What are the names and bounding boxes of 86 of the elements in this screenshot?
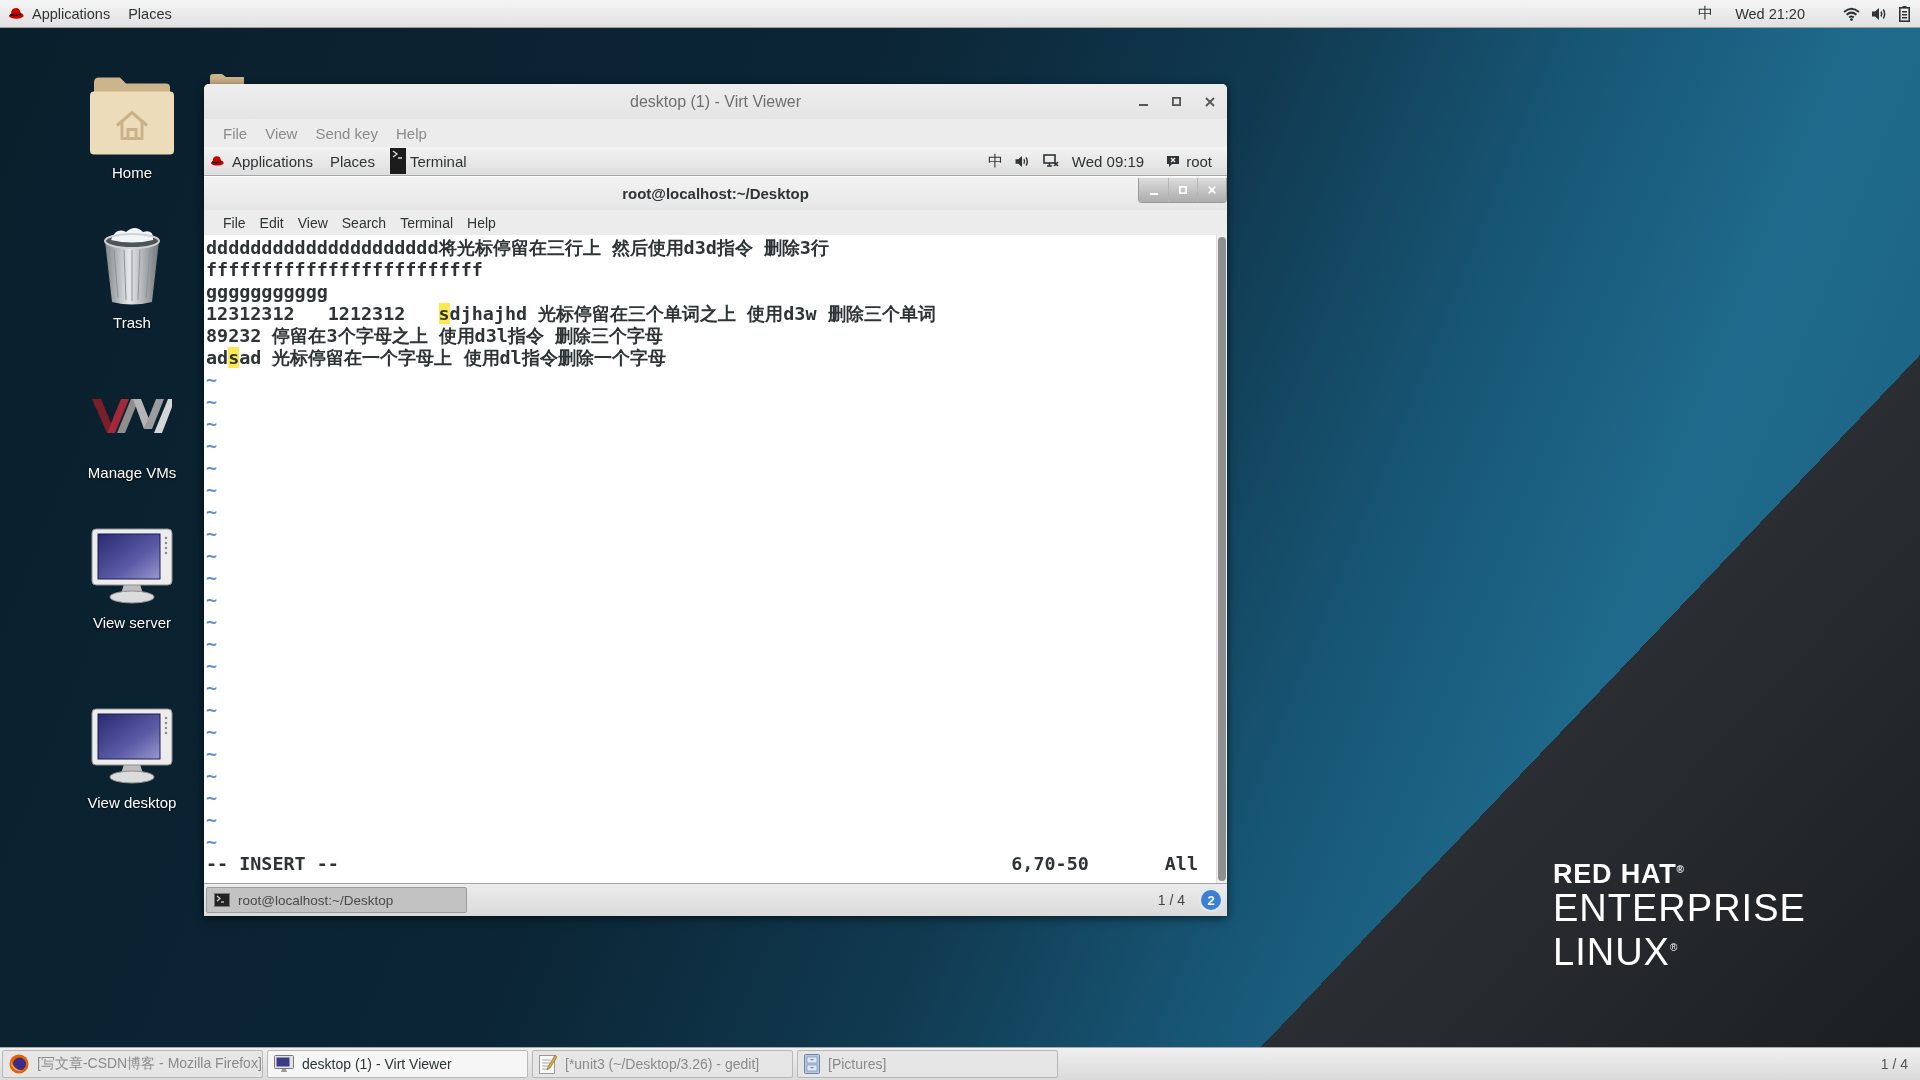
volume-icon[interactable] xyxy=(1872,6,1887,21)
striped-logo-icon[interactable] xyxy=(92,399,172,433)
menu-item[interactable]: View xyxy=(290,214,335,231)
terminal-icon[interactable] xyxy=(389,148,406,174)
maximize-icon xyxy=(1179,186,1187,194)
battery-icon[interactable] xyxy=(1899,5,1910,22)
empty-line-marker: ~ xyxy=(206,655,218,676)
wallpaper-logo-text: LINUX$^{®}$ xyxy=(1553,929,1680,972)
clock[interactable]: Wed 21:20 xyxy=(1735,5,1805,22)
terminal-icon xyxy=(214,893,230,907)
minimize-icon xyxy=(1149,193,1158,195)
home-folder-icon[interactable] xyxy=(90,77,174,155)
menu-item[interactable]: Help xyxy=(460,214,503,231)
cursor-position: 6,70-50 xyxy=(1011,853,1089,875)
monitor-icon[interactable] xyxy=(91,708,173,784)
empty-line-marker: ~ xyxy=(206,721,218,742)
monitor-icon xyxy=(274,1055,294,1073)
empty-line-marker: ~ xyxy=(206,545,218,566)
maximize-icon[interactable] xyxy=(1172,97,1181,106)
empty-line-marker: ~ xyxy=(206,567,218,588)
desktop-icon-label[interactable]: View server xyxy=(92,613,172,633)
terminal-line: adsad 光标停留在一个字母上 使用dl指令删除一个字母 xyxy=(206,347,667,369)
empty-line-marker: ~ xyxy=(206,391,218,412)
terminal-line: ddddddddddddddddddddd将光标停留在三行上 然后使用d3d指令 删除3行 xyxy=(206,237,830,259)
globe-icon xyxy=(9,1054,29,1074)
close-icon xyxy=(1208,186,1216,194)
empty-line-marker: ~ xyxy=(206,611,218,632)
empty-line-marker: ~ xyxy=(206,523,218,544)
hat-icon[interactable] xyxy=(210,155,224,167)
taskbar-button[interactable]: desktop (1) - Virt Viewer xyxy=(267,1050,528,1078)
notification-count[interactable]: 2 xyxy=(1199,888,1223,912)
message-icon[interactable] xyxy=(1166,154,1181,168)
top-bar-menu[interactable]: Applications xyxy=(232,152,313,170)
file-cabinet-icon xyxy=(804,1054,820,1074)
terminal-line: 12312312 1212312 sdjhajhd 光标停留在三个单词之上 使用d3w 删除三个单词 xyxy=(206,303,937,325)
empty-line-marker: ~ xyxy=(206,435,218,456)
empty-line-marker: ~ xyxy=(206,457,218,478)
empty-line-marker: ~ xyxy=(206,787,218,808)
workspace-indicator[interactable]: 1 / 4 xyxy=(1880,1056,1908,1072)
workspace-indicator[interactable]: 1 / 4 xyxy=(1157,892,1185,908)
desktop-icon-label[interactable]: Trash xyxy=(113,313,151,333)
scroll-position: All xyxy=(1164,853,1198,875)
wallpaper-logo-text: RED HAT$^{®}$ xyxy=(1553,858,1686,889)
terminal-line: 89232 停留在3个字母之上 使用d3l指令 删除三个字母 xyxy=(206,325,664,347)
empty-line-marker: ~ xyxy=(206,743,218,764)
network-icon[interactable] xyxy=(1042,154,1059,168)
menu-item[interactable]: Edit xyxy=(252,214,291,231)
input-method-indicator[interactable]: 中 xyxy=(1698,4,1714,23)
volume-icon[interactable] xyxy=(1014,154,1030,168)
empty-line-marker: ~ xyxy=(206,809,218,830)
empty-line-marker: ~ xyxy=(206,479,218,500)
empty-line-marker: ~ xyxy=(206,765,218,786)
desktop-icon-label[interactable]: View desktop xyxy=(87,793,177,813)
empty-line-marker: ~ xyxy=(206,699,218,720)
empty-line-marker: ~ xyxy=(206,369,218,390)
terminal-line: ggggggggggg xyxy=(206,281,329,303)
mode-indicator: -- INSERT -- xyxy=(206,853,339,875)
close-icon[interactable] xyxy=(1205,96,1215,107)
clock[interactable]: Wed 09:19 xyxy=(1071,152,1145,170)
window-title: desktop (1) - Virt Viewer xyxy=(630,92,801,111)
user-menu[interactable]: root xyxy=(1186,152,1212,170)
monitor-icon[interactable] xyxy=(91,528,173,604)
empty-line-marker: ~ xyxy=(206,633,218,654)
top-bar-menu[interactable]: Places xyxy=(128,5,172,22)
empty-line-marker: ~ xyxy=(206,413,218,434)
notepad-icon xyxy=(539,1054,557,1074)
empty-line-marker: ~ xyxy=(206,589,218,610)
menu-item[interactable]: Terminal xyxy=(393,214,461,231)
hat-icon[interactable] xyxy=(8,7,24,20)
terminal-line: fffffffffffffffffffffffff xyxy=(206,259,484,281)
top-bar-menu[interactable]: Applications xyxy=(32,5,111,22)
empty-line-marker: ~ xyxy=(206,501,218,522)
desktop-icon-label[interactable]: Manage VMs xyxy=(87,463,177,483)
wifi-icon[interactable] xyxy=(1843,6,1860,21)
menu-item[interactable]: Search xyxy=(334,214,394,231)
desktop-icon-label[interactable]: Home xyxy=(112,163,152,183)
empty-line-marker: ~ xyxy=(206,831,218,852)
input-method-indicator[interactable]: 中 xyxy=(987,151,1003,171)
trash-icon[interactable] xyxy=(102,226,162,306)
menu-item[interactable]: File xyxy=(216,214,253,231)
wallpaper-logo-text: ENTERPRISE xyxy=(1553,889,1806,928)
empty-line-marker: ~ xyxy=(206,677,218,698)
window-title: root@localhost:~/Desktop xyxy=(622,184,809,204)
taskbar-button[interactable]: root@localhost:~/Desktop xyxy=(206,887,467,913)
top-bar-menu[interactable]: Places xyxy=(329,152,375,170)
app-menu-button[interactable]: Terminal xyxy=(409,152,467,170)
